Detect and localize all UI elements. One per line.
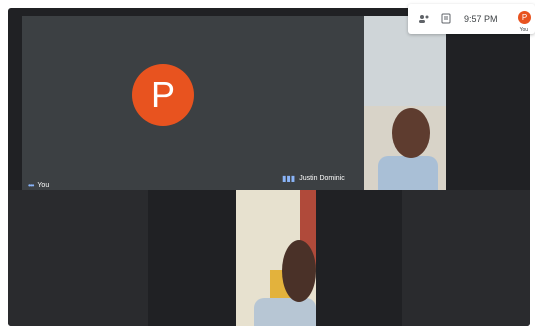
chat-icon[interactable] [440, 13, 452, 25]
more-dots-icon: ••• [28, 181, 34, 190]
justin-video-body [378, 156, 438, 194]
people-icon[interactable] [418, 13, 430, 25]
you-name-label: ••• You [28, 181, 49, 190]
tile-gap-right [316, 190, 402, 326]
justin-label: Justin Dominic [299, 175, 345, 182]
tile-gap-left [148, 190, 236, 326]
meeting-clock: 9:57 PM [464, 14, 498, 24]
self-avatar-label: You [519, 27, 528, 33]
participant-video-body [254, 298, 316, 326]
tile-empty-left [8, 190, 148, 326]
you-avatar: P [132, 64, 194, 126]
justin-video-head [392, 108, 430, 158]
justin-name-label: ▮▮▮ Justin Dominic [282, 174, 345, 183]
participant-video-head [282, 240, 316, 302]
you-label: You [37, 182, 50, 189]
tile-empty-right [402, 190, 530, 326]
self-avatar[interactable]: P [518, 11, 531, 24]
meeting-grid: P ••• You ▮▮▮ Justin Dominic [8, 8, 530, 326]
tile-you[interactable]: P ••• You [22, 16, 374, 194]
tile-justin-dominic[interactable] [364, 16, 446, 194]
meeting-info-bar: 9:57 PM P You [408, 4, 535, 34]
audio-level-icon: ▮▮▮ [282, 174, 296, 183]
tile-participant-video[interactable] [236, 190, 316, 326]
